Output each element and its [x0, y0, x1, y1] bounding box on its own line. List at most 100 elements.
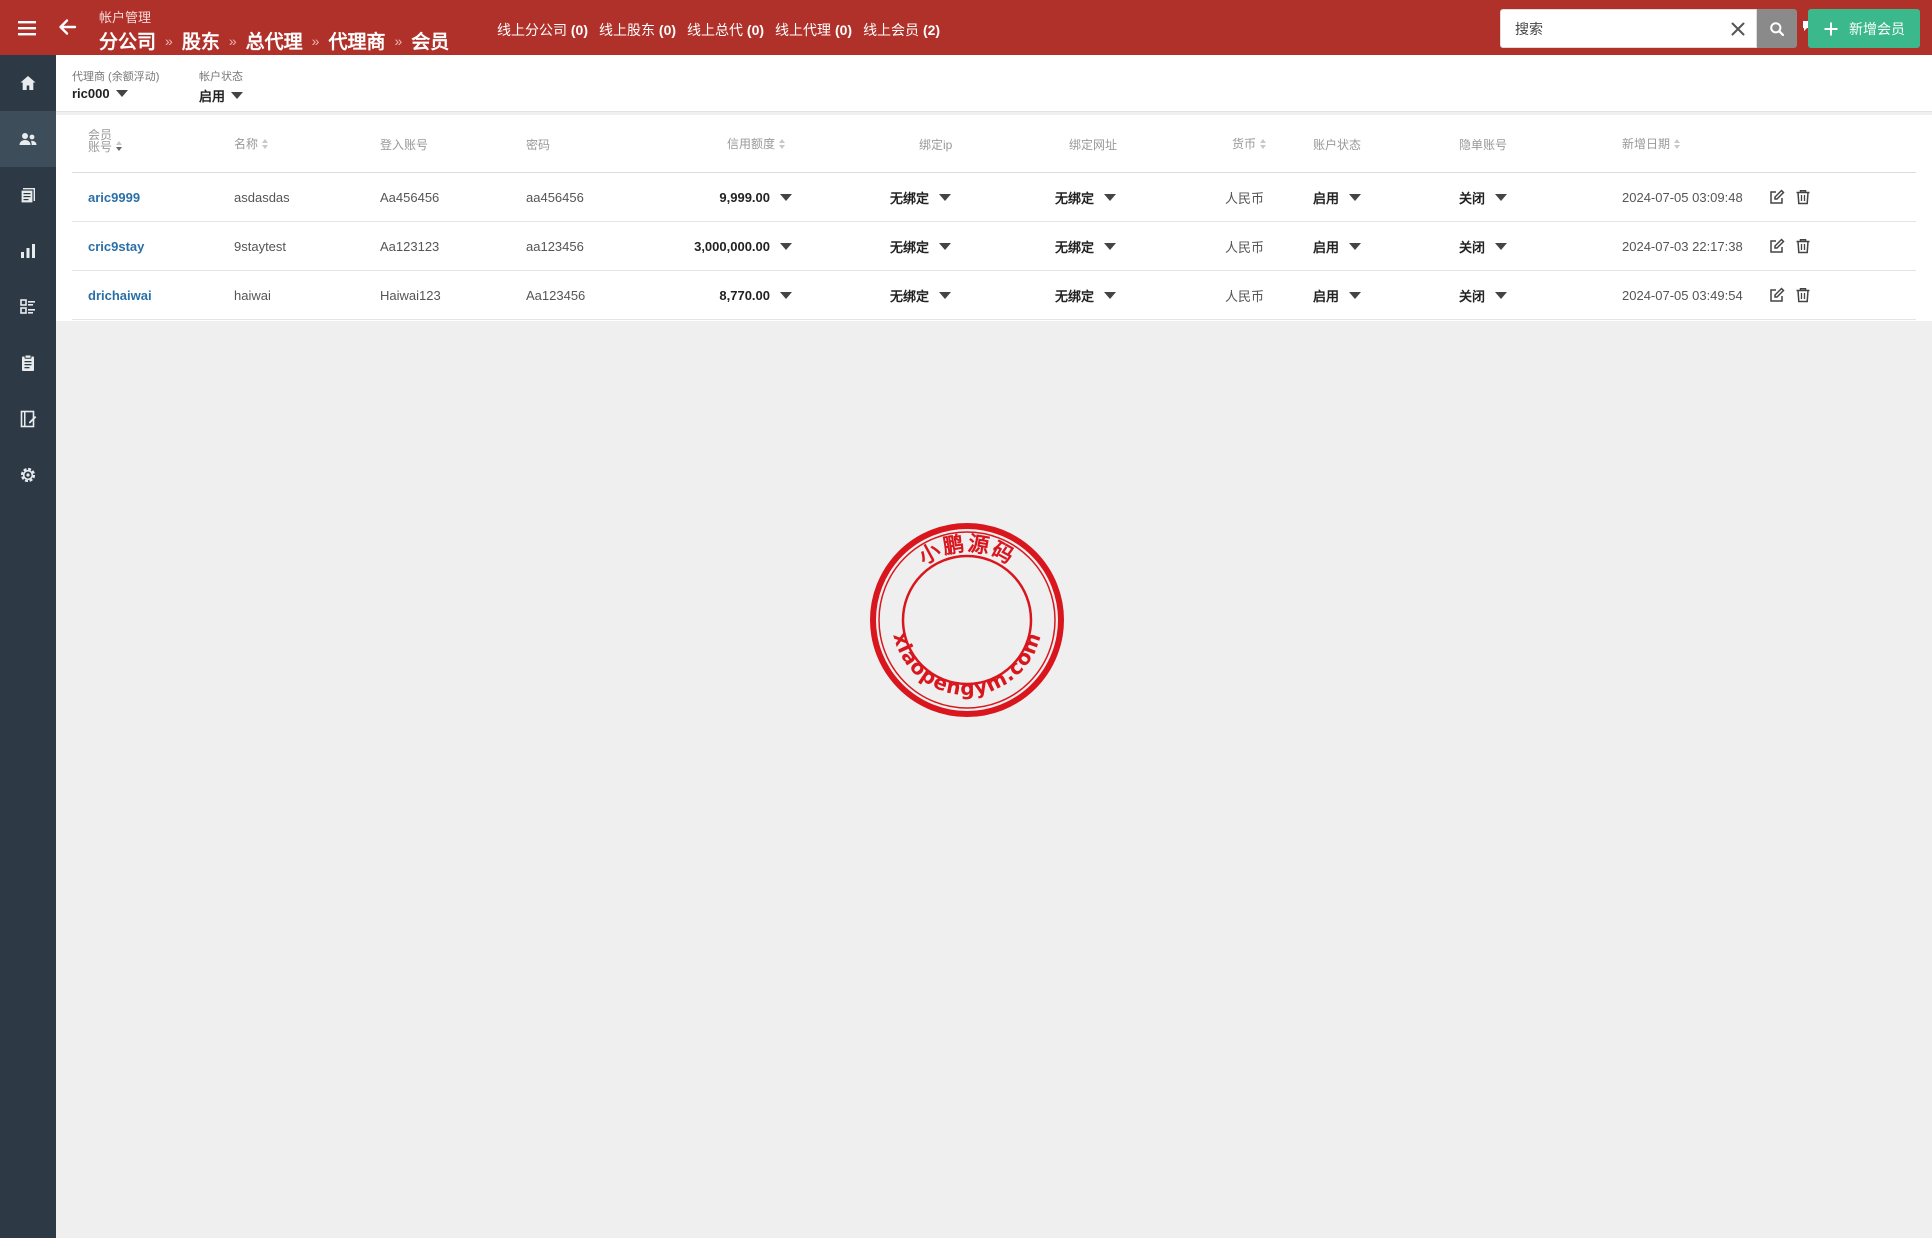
column-header-bind-ip: 绑定ip — [919, 138, 953, 152]
sidebar-item-list[interactable] — [0, 279, 56, 335]
hamburger-menu-icon[interactable] — [16, 17, 38, 39]
column-header-status: 账户状态 — [1313, 138, 1362, 152]
filter-bar: 代理商 (余额浮动) ric000 帐户状态 启用 — [56, 55, 1932, 112]
breadcrumb-branch[interactable]: 分公司 — [99, 27, 156, 54]
agent-filter-dropdown[interactable]: 代理商 (余额浮动) ric000 — [72, 68, 159, 101]
column-header-bind-url: 绑定网址 — [1069, 138, 1118, 152]
status-dropdown[interactable]: 启用 — [1313, 173, 1362, 221]
credit-dropdown[interactable]: 9,999.00 — [672, 173, 792, 221]
watermark-top-text: 小鹏源码 — [915, 531, 1018, 569]
credit-dropdown[interactable]: 8,770.00 — [672, 271, 792, 319]
delete-icon[interactable] — [1794, 237, 1812, 255]
edit-icon[interactable] — [1768, 286, 1786, 304]
status-value: 启用 — [1313, 190, 1340, 206]
member-table: 会员 账号 名称 登入账号 密码 信用额度 绑定ip 绑定网址 货币 账户状态 … — [56, 115, 1932, 321]
chevron-down-icon — [1349, 291, 1362, 299]
breadcrumb-member[interactable]: 会员 — [411, 27, 449, 54]
account-link[interactable]: drichaiwai — [88, 271, 152, 319]
online-shareholder-link[interactable]: 线上股东 (0) — [599, 20, 676, 40]
bind-ip-dropdown[interactable]: 无绑定 — [890, 173, 952, 221]
credit-dropdown[interactable]: 3,000,000.00 — [672, 222, 792, 270]
chevron-down-icon — [115, 90, 128, 97]
edit-icon[interactable] — [1768, 237, 1786, 255]
hidden-dropdown[interactable]: 关闭 — [1459, 173, 1508, 221]
bind-ip-dropdown[interactable]: 无绑定 — [890, 271, 952, 319]
breadcrumb-agent[interactable]: 代理商 — [328, 27, 385, 54]
hidden-value: 关闭 — [1459, 239, 1486, 255]
created-date: 2024-07-03 22:17:38 — [1622, 238, 1743, 254]
bind-ip-dropdown[interactable]: 无绑定 — [890, 222, 952, 270]
sidebar-item-clipboard[interactable] — [0, 335, 56, 391]
status-value: 启用 — [1313, 288, 1340, 304]
sidebar-item-statistics[interactable] — [0, 223, 56, 279]
password: aa123456 — [526, 238, 584, 254]
clear-icon[interactable] — [1728, 19, 1748, 39]
table-row: aric9999 asdasdas Aa456456 aa456456 9,99… — [72, 173, 1916, 222]
created-date: 2024-07-05 03:49:54 — [1622, 287, 1743, 303]
back-arrow-icon[interactable] — [56, 16, 78, 38]
delete-icon[interactable] — [1794, 188, 1812, 206]
currency: 人民币 — [1224, 190, 1264, 206]
account-link[interactable]: cric9stay — [88, 222, 144, 270]
bind-url-dropdown[interactable]: 无绑定 — [1055, 222, 1117, 270]
account-link[interactable]: aric9999 — [88, 173, 140, 221]
chevron-down-icon — [780, 291, 792, 299]
breadcrumb-separator: » — [165, 32, 173, 49]
hidden-dropdown[interactable]: 关闭 — [1459, 271, 1508, 319]
chevron-down-icon — [1104, 193, 1117, 201]
breadcrumb-shareholder[interactable]: 股东 — [182, 27, 220, 54]
breadcrumb: 分公司 » 股东 » 总代理 » 代理商 » 会员 — [99, 27, 449, 54]
sidebar-item-reports[interactable] — [0, 167, 56, 223]
breadcrumb-general-agent[interactable]: 总代理 — [246, 27, 303, 54]
row-actions — [1768, 222, 1812, 270]
hidden-dropdown[interactable]: 关闭 — [1459, 222, 1508, 270]
chevron-down-icon — [780, 193, 792, 201]
online-agent-link[interactable]: 线上代理 (0) — [775, 20, 852, 40]
bind-ip-value: 无绑定 — [890, 288, 930, 304]
sidebar-item-users[interactable] — [0, 111, 56, 167]
column-header-login: 登入账号 — [380, 138, 429, 152]
bind-ip-value: 无绑定 — [890, 239, 930, 255]
row-actions — [1768, 173, 1812, 221]
sidebar — [0, 55, 56, 1238]
chevron-down-icon — [780, 242, 792, 250]
status-filter-dropdown[interactable]: 帐户状态 启用 — [199, 68, 244, 105]
sidebar-item-notebook[interactable] — [0, 391, 56, 447]
delete-icon[interactable] — [1794, 286, 1812, 304]
column-header-currency[interactable]: 货币 — [1232, 135, 1267, 152]
sort-icon — [262, 138, 269, 149]
search-button[interactable] — [1757, 9, 1797, 48]
bind-url-dropdown[interactable]: 无绑定 — [1055, 173, 1117, 221]
edit-icon[interactable] — [1768, 188, 1786, 206]
table-header: 会员 账号 名称 登入账号 密码 信用额度 绑定ip 绑定网址 货币 账户状态 … — [72, 115, 1916, 173]
chevron-down-icon — [939, 291, 952, 299]
search-icon — [1770, 21, 1785, 36]
column-header-password: 密码 — [526, 138, 551, 152]
table-row: drichaiwai haiwai Haiwai123 Aa123456 8,7… — [72, 271, 1916, 320]
reports-icon — [20, 188, 35, 204]
bind-url-dropdown[interactable]: 无绑定 — [1055, 271, 1117, 319]
online-member-link[interactable]: 线上会员 (2) — [863, 20, 940, 40]
settings-icon — [20, 467, 36, 483]
plus-icon — [1824, 22, 1838, 35]
status-dropdown[interactable]: 启用 — [1313, 271, 1362, 319]
sidebar-item-settings[interactable] — [0, 447, 56, 503]
currency-header-label: 货币 — [1232, 137, 1257, 151]
status-dropdown[interactable]: 启用 — [1313, 222, 1362, 270]
column-header-hidden: 隐单账号 — [1459, 138, 1508, 152]
column-header-credit[interactable]: 信用额度 — [727, 135, 786, 152]
add-member-button[interactable]: 新增会员 — [1808, 9, 1920, 48]
name-header-label: 名称 — [234, 137, 259, 151]
column-header-name[interactable]: 名称 — [234, 135, 269, 152]
sort-icon — [116, 141, 123, 151]
bind-ip-value: 无绑定 — [890, 190, 930, 206]
currency: 人民币 — [1224, 239, 1264, 255]
credit-value: 9,999.00 — [719, 189, 770, 205]
online-general-agent-link[interactable]: 线上总代 (0) — [687, 20, 764, 40]
search-input[interactable] — [1515, 10, 1715, 47]
column-header-account[interactable]: 会员 账号 — [88, 129, 123, 153]
online-branch-link[interactable]: 线上分公司 (0) — [497, 20, 588, 40]
chevron-down-icon — [1495, 291, 1508, 299]
sidebar-item-home[interactable] — [0, 55, 56, 111]
column-header-date[interactable]: 新增日期 — [1622, 135, 1681, 152]
